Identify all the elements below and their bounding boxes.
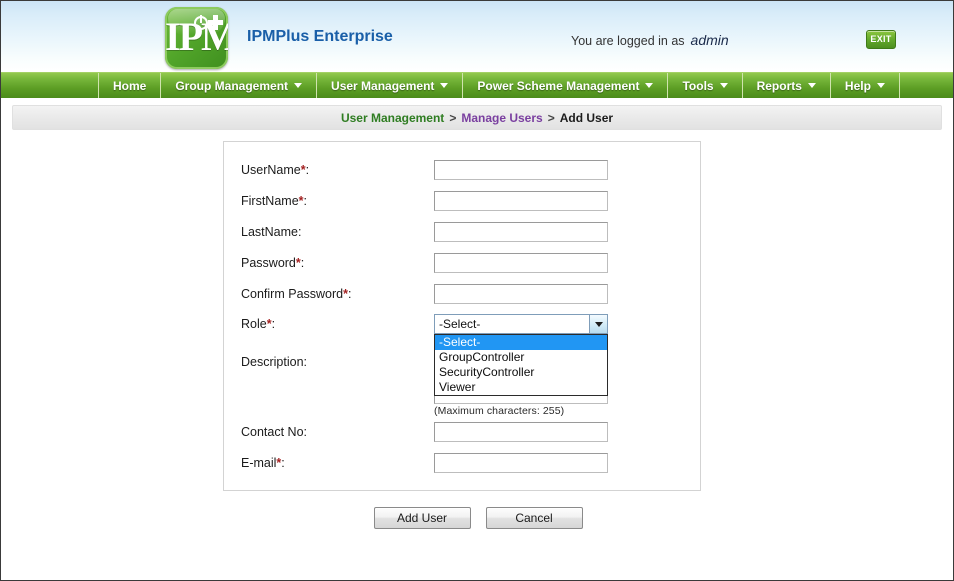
role-select-value: -Select- [439, 317, 481, 331]
nav-label: Home [113, 78, 147, 93]
form-actions: Add User Cancel [1, 507, 953, 529]
lastname-label: LastName: [241, 225, 302, 239]
breadcrumb-item-add-user: Add User [559, 110, 614, 125]
nav-item-group-management[interactable]: Group Management [161, 73, 318, 98]
label-colon: : [305, 163, 310, 177]
email-label: E-mail*: [241, 456, 285, 470]
username-input[interactable] [434, 160, 608, 180]
label-colon: : [271, 317, 276, 331]
firstname-label: FirstName*: [241, 194, 307, 208]
application-window: IPM IPMPlus Enterprise You are logged in… [0, 0, 954, 581]
chevron-down-icon [645, 83, 654, 88]
cancel-button[interactable]: Cancel [485, 507, 583, 529]
nav-item-tools[interactable]: Tools [668, 73, 743, 98]
chevron-down-icon[interactable] [589, 315, 607, 333]
field-row-contact: Contact No: [241, 422, 685, 444]
password-input[interactable] [434, 253, 608, 273]
add-user-form: UserName*: FirstName*: LastName: Passwor… [223, 141, 701, 491]
nav-item-help[interactable]: Help [831, 73, 900, 98]
role-label: Role*: [241, 317, 275, 331]
email-input[interactable] [434, 453, 608, 473]
field-row-email: E-mail*: [241, 453, 685, 475]
nav-item-user-management[interactable]: User Management [317, 73, 464, 98]
lastname-input[interactable] [434, 222, 608, 242]
chevron-down-icon [440, 83, 449, 88]
breadcrumb-separator: > [449, 110, 457, 125]
exit-button[interactable]: EXIT [866, 30, 896, 49]
main-navigation: Home Group Management User Management Po… [1, 72, 953, 98]
field-row-lastname: LastName: [241, 222, 685, 244]
role-option-select[interactable]: -Select- [435, 335, 607, 350]
breadcrumb-item-user-management[interactable]: User Management [341, 111, 444, 125]
label-colon: : [348, 287, 352, 301]
field-row-role: Role*: -Select- -Select- GroupController… [241, 314, 685, 396]
role-label-text: Role [241, 317, 267, 331]
email-label-text: E-mail [241, 456, 277, 470]
page-header: IPM IPMPlus Enterprise You are logged in… [1, 1, 953, 72]
role-option-groupcontroller[interactable]: GroupController [435, 350, 607, 365]
nav-item-home[interactable]: Home [98, 73, 162, 98]
role-select-dropdown[interactable]: -Select- GroupController SecurityControl… [434, 334, 608, 396]
role-option-viewer[interactable]: Viewer [435, 380, 607, 395]
chevron-down-icon [294, 83, 303, 88]
breadcrumb: User Management > Manage Users > Add Use… [12, 105, 942, 130]
contact-input[interactable] [434, 422, 608, 442]
add-user-button[interactable]: Add User [373, 507, 471, 529]
label-colon: : [303, 194, 308, 208]
username-label-text: UserName [241, 163, 301, 177]
nav-label: Reports [756, 78, 802, 93]
field-row-confirm-password: Confirm Password*: [241, 284, 685, 306]
role-select[interactable]: -Select- [434, 314, 608, 334]
field-row-password: Password*: [241, 253, 685, 275]
chevron-down-icon [807, 83, 816, 88]
logged-in-username: admin [690, 32, 729, 48]
password-label: Password*: [241, 256, 304, 270]
nav-item-power-scheme-management[interactable]: Power Scheme Management [463, 73, 669, 98]
description-hint: (Maximum characters: 255) [434, 405, 565, 417]
username-label: UserName*: [241, 163, 309, 177]
app-title: IPMPlus Enterprise [247, 28, 393, 45]
confirm-password-label: Confirm Password*: [241, 287, 351, 301]
nav-label: Power Scheme Management [477, 78, 640, 93]
plus-icon [208, 15, 223, 30]
nav-item-reports[interactable]: Reports [743, 73, 831, 98]
confirm-password-input[interactable] [434, 284, 608, 304]
breadcrumb-separator: > [547, 110, 555, 125]
nav-label: Help [844, 78, 871, 93]
label-colon: : [300, 256, 305, 270]
firstname-label-text: FirstName [241, 194, 299, 208]
field-row-firstname: FirstName*: [241, 191, 685, 213]
confirm-password-label-text: Confirm Password [241, 287, 344, 301]
nav-label: Group Management [175, 78, 289, 93]
password-label-text: Password [241, 256, 296, 270]
login-prefix: You are logged in as [571, 34, 685, 48]
chevron-down-icon [876, 83, 885, 88]
nav-label: User Management [331, 78, 435, 93]
label-colon: : [281, 456, 285, 470]
description-label: Description: [241, 355, 307, 369]
contact-label: Contact No: [241, 425, 308, 439]
role-option-securitycontroller[interactable]: SecurityController [435, 365, 607, 380]
nav-label: Tools [682, 78, 714, 93]
breadcrumb-item-manage-users[interactable]: Manage Users [461, 111, 542, 125]
power-icon [194, 15, 208, 30]
app-logo: IPM [165, 7, 228, 69]
chevron-down-icon [719, 83, 728, 88]
field-row-username: UserName*: [241, 160, 685, 182]
firstname-input[interactable] [434, 191, 608, 211]
login-status: You are logged in as admin [571, 32, 729, 48]
